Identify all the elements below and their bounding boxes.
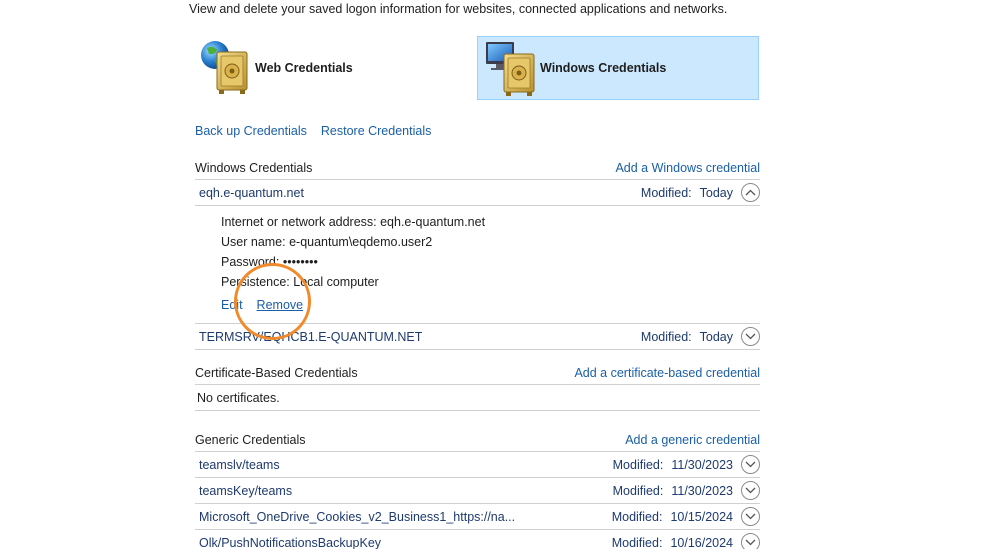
modified-value: 10/16/2024 <box>670 535 733 549</box>
restore-credentials-link[interactable]: Restore Credentials <box>321 124 431 138</box>
user-name-line: User name: e-quantum\eqdemo.user2 <box>221 235 433 249</box>
windows-section-header: Windows Credentials Add a Windows creden… <box>195 160 760 180</box>
password-line: Password: •••••••• <box>221 255 318 269</box>
web-credentials-tile[interactable]: Web Credentials <box>195 36 475 100</box>
windows-credentials-tile[interactable]: Windows Credentials <box>477 36 759 100</box>
modified-label: Modified: <box>640 329 692 344</box>
credential-name: teamslv/teams <box>199 457 280 472</box>
modified-value: 11/30/2023 <box>671 457 733 472</box>
credential-row[interactable]: Olk/PushNotificationsBackupKey Modified:… <box>195 530 760 549</box>
credential-row[interactable]: teamslv/teams Modified: 11/30/2023 <box>195 452 760 478</box>
modified-label: Modified: <box>640 185 692 200</box>
generic-section-header: Generic Credentials Add a generic creden… <box>195 432 760 452</box>
modified-label: Modified: <box>612 457 664 472</box>
credential-name: Olk/PushNotificationsBackupKey <box>199 535 382 549</box>
modified-label: Modified: <box>611 535 663 549</box>
credential-row-expanded[interactable]: eqh.e-quantum.net Modified: Today <box>195 180 760 206</box>
network-address-line: Internet or network address: eqh.e-quant… <box>221 215 486 229</box>
add-generic-credential-link[interactable]: Add a generic credential <box>625 433 760 447</box>
chevron-down-icon[interactable] <box>741 455 760 474</box>
credential-row[interactable]: teamsKey/teams Modified: 11/30/2023 <box>195 478 760 504</box>
certificate-credentials-section: Certificate-Based Credentials Add a cert… <box>195 365 760 411</box>
chevron-down-icon[interactable] <box>741 327 760 346</box>
windows-credentials-section: Windows Credentials Add a Windows creden… <box>195 160 760 350</box>
generic-section-title: Generic Credentials <box>195 433 306 447</box>
web-credentials-label: Web Credentials <box>255 61 353 75</box>
backup-credentials-link[interactable]: Back up Credentials <box>195 124 307 138</box>
chevron-up-icon[interactable] <box>741 183 760 202</box>
generic-credentials-section: Generic Credentials Add a generic creden… <box>195 432 760 549</box>
certificate-section-title: Certificate-Based Credentials <box>195 366 358 380</box>
add-certificate-credential-link[interactable]: Add a certificate-based credential <box>574 366 760 380</box>
modified-value: Today <box>699 185 733 200</box>
windows-section-title: Windows Credentials <box>195 161 313 175</box>
chevron-down-icon[interactable] <box>741 507 760 526</box>
credential-name: Microsoft_OneDrive_Cookies_v2_Business1_… <box>199 509 516 524</box>
edit-credential-link[interactable]: Edit <box>221 295 243 315</box>
add-windows-credential-link[interactable]: Add a Windows credential <box>615 161 760 175</box>
credential-name: eqh.e-quantum.net <box>199 185 304 200</box>
credential-row[interactable]: Microsoft_OneDrive_Cookies_v2_Business1_… <box>195 504 760 530</box>
no-certificates-text: No certificates. <box>195 385 760 411</box>
modified-label: Modified: <box>612 483 664 498</box>
windows-vault-icon <box>484 38 538 98</box>
certificate-section-header: Certificate-Based Credentials Add a cert… <box>195 365 760 385</box>
credential-name: TERMSRV/EQHCB1.E-QUANTUM.NET <box>199 329 423 344</box>
modified-value: Today <box>699 329 733 344</box>
credential-details: Internet or network address: eqh.e-quant… <box>195 206 760 324</box>
modified-value: 10/15/2024 <box>670 509 733 524</box>
intro-text: View and delete your saved logon informa… <box>189 2 728 16</box>
credential-actions: Back up Credentials Restore Credentials <box>195 124 431 138</box>
modified-label: Modified: <box>611 509 663 524</box>
modified-value: 11/30/2023 <box>671 483 733 498</box>
web-vault-icon <box>199 38 253 98</box>
windows-credentials-label: Windows Credentials <box>540 61 667 75</box>
chevron-down-icon[interactable] <box>741 533 760 549</box>
credential-row[interactable]: TERMSRV/EQHCB1.E-QUANTUM.NET Modified: T… <box>195 324 760 350</box>
credential-name: teamsKey/teams <box>199 483 293 498</box>
chevron-down-icon[interactable] <box>741 481 760 500</box>
persistence-line: Persistence: Local computer <box>221 275 379 289</box>
remove-credential-link[interactable]: Remove <box>257 295 304 315</box>
